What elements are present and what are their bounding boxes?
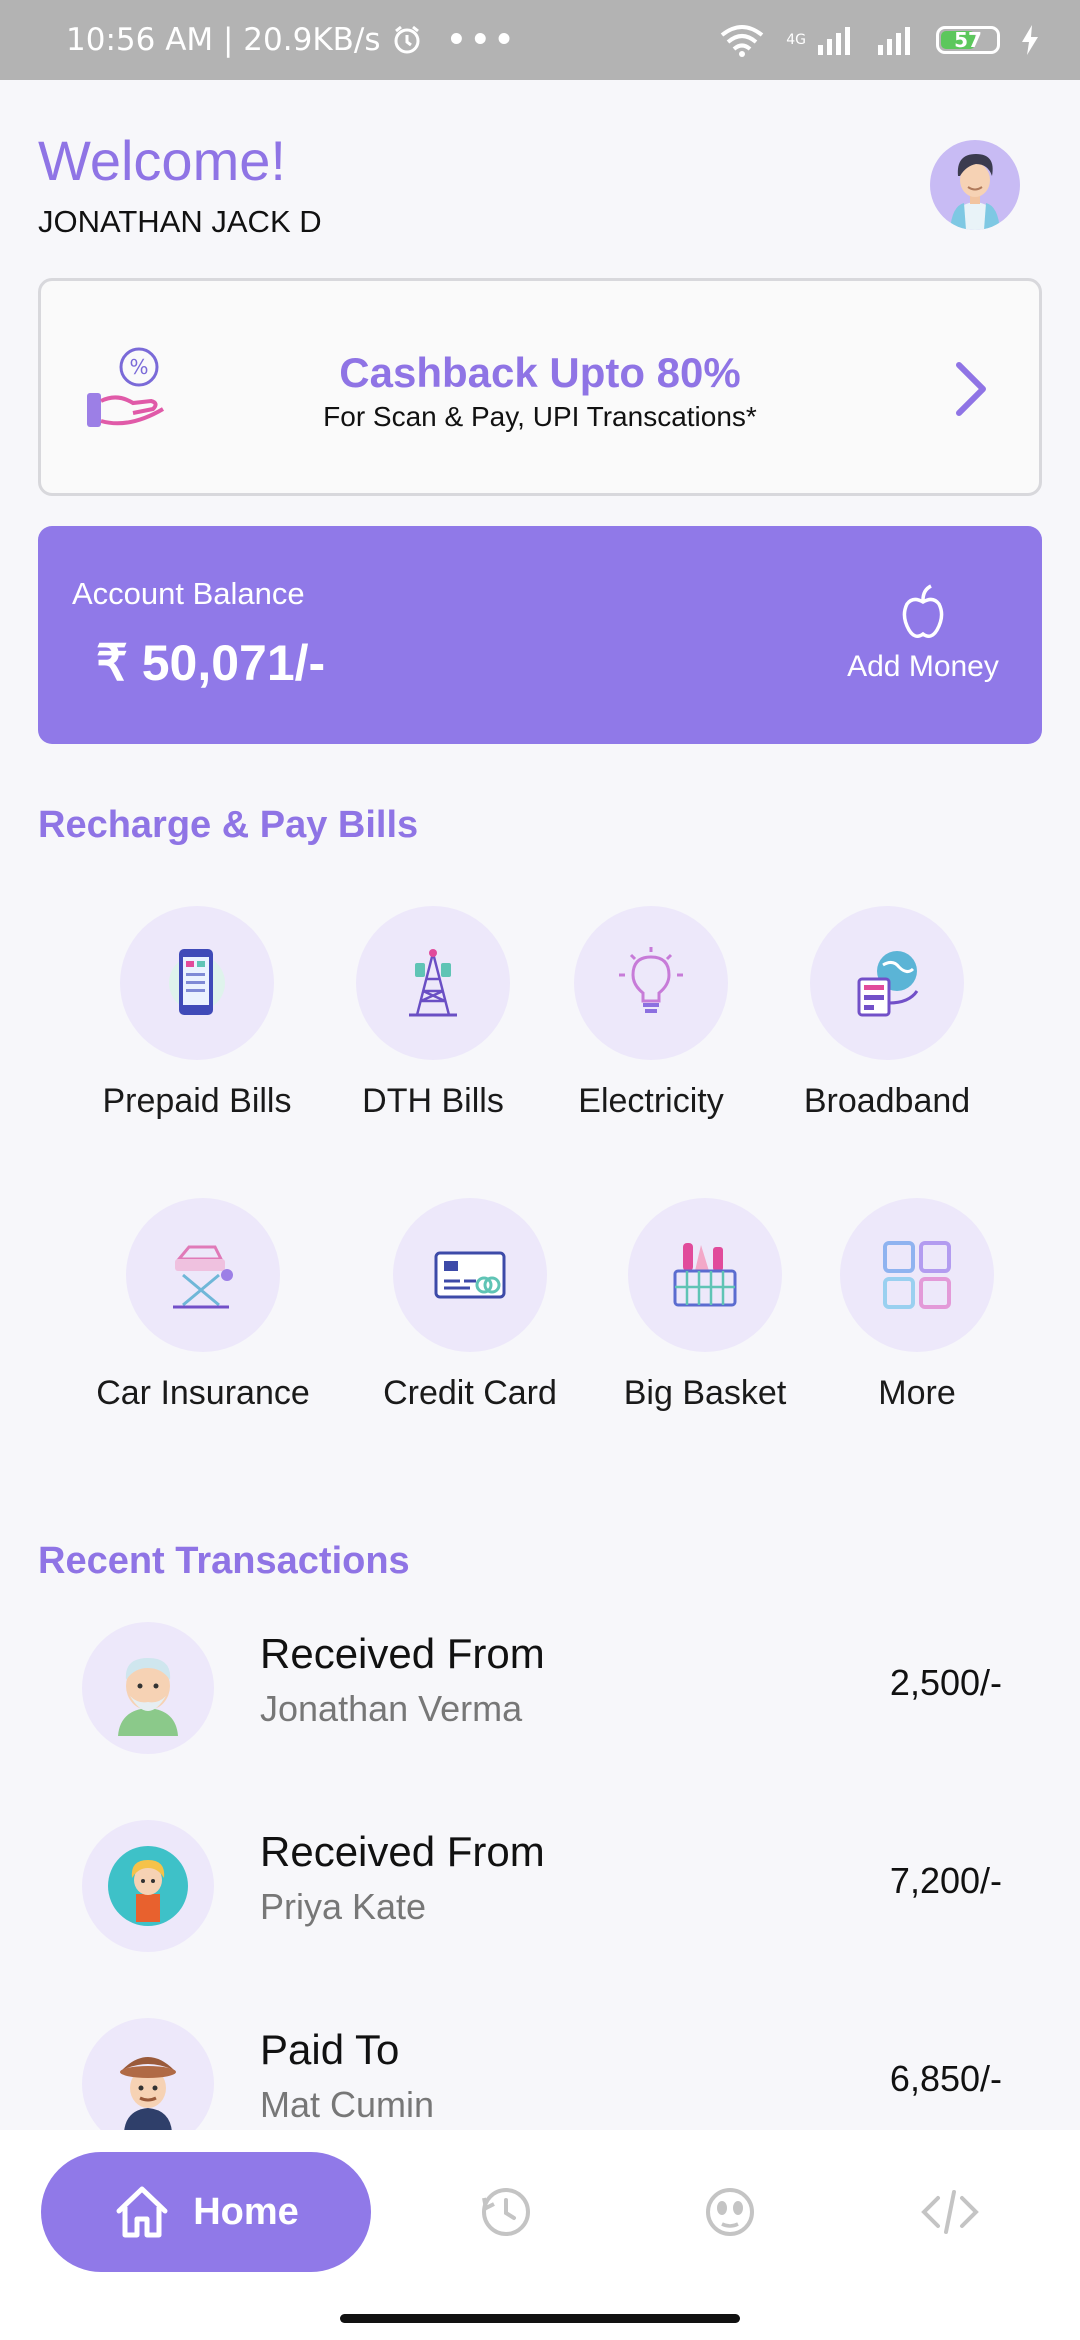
status-bar: 10:56 AM | 20.9KB/s ••• 4G 57 xyxy=(0,0,1080,80)
grid-icon xyxy=(883,1241,951,1309)
service-label: More xyxy=(878,1374,956,1412)
account-balance-card: Account Balance ₹ 50,071/- Add Money xyxy=(38,526,1042,744)
signal-icon xyxy=(818,27,850,55)
transaction-type: Paid To xyxy=(260,2026,400,2073)
transaction-type: Received From xyxy=(260,1828,545,1875)
home-icon xyxy=(116,2186,168,2238)
service-label: Big Basket xyxy=(623,1374,787,1412)
nav-home-button[interactable]: Home xyxy=(41,2152,371,2272)
service-broadband[interactable]: Broadband xyxy=(772,906,1002,1121)
bottom-navigation: Home xyxy=(0,2130,1080,2340)
balance-value: ₹ 50,071/- xyxy=(96,635,326,691)
profile-avatar[interactable] xyxy=(930,140,1020,230)
bulb-icon xyxy=(619,947,683,1013)
cashback-banner[interactable]: % Cashback Upto 80% For Scan & Pay, UPI … xyxy=(38,278,1042,496)
mobile-icon xyxy=(169,949,225,1015)
man-hat-avatar-icon xyxy=(120,2057,176,2132)
transaction-party: Jonathan Verma xyxy=(260,1688,523,1729)
transaction-amount: 6,850/- xyxy=(889,2058,1002,2099)
transaction-party: Priya Kate xyxy=(260,1886,427,1927)
service-label: Prepaid Bills xyxy=(102,1082,292,1120)
transaction-amount: 2,500/- xyxy=(889,1662,1002,1703)
old-man-avatar-icon xyxy=(118,1658,178,1736)
apple-icon xyxy=(902,584,944,638)
globe-router-icon xyxy=(857,951,919,1017)
more-dots: ••• xyxy=(446,22,518,58)
service-label: DTH Bills xyxy=(362,1082,504,1120)
alarm-icon xyxy=(394,25,420,54)
service-label: Electricity xyxy=(578,1082,724,1120)
cashback-subtitle: For Scan & Pay, UPI Transcations* xyxy=(323,401,757,432)
charging-icon xyxy=(1022,25,1038,55)
status-time: 10:56 AM | 20.9KB/s xyxy=(66,22,381,58)
support-icon[interactable] xyxy=(700,2182,760,2242)
user-avatar-icon xyxy=(950,154,1000,230)
chevron-right-icon[interactable] xyxy=(951,359,991,419)
service-label: Credit Card xyxy=(383,1374,557,1412)
credit-card-icon xyxy=(434,1251,506,1299)
history-icon[interactable] xyxy=(476,2182,536,2242)
girl-avatar-icon xyxy=(108,1846,188,1926)
balance-label: Account Balance xyxy=(72,576,305,611)
battery-indicator: 57 xyxy=(936,26,1000,54)
home-indicator[interactable] xyxy=(340,2314,740,2323)
cashback-title: Cashback Upto 80% xyxy=(339,349,741,396)
car-lift-icon xyxy=(173,1245,233,1309)
wifi-icon xyxy=(720,25,764,57)
service-credit-card[interactable]: Credit Card xyxy=(355,1198,585,1413)
nav-home-label: Home xyxy=(193,2190,299,2233)
transaction-row[interactable]: Received From Priya Kate 7,200/- xyxy=(82,1820,1002,1960)
tower-icon xyxy=(409,949,457,1017)
transaction-row[interactable]: Received From Jonathan Verma 2,500/- xyxy=(82,1622,1002,1762)
service-label: Broadband xyxy=(803,1082,971,1120)
add-money-label: Add Money xyxy=(847,650,999,683)
transaction-type: Received From xyxy=(260,1630,545,1677)
basket-icon xyxy=(673,1243,737,1307)
service-car-insurance[interactable]: Car Insurance xyxy=(88,1198,318,1413)
service-more[interactable]: More xyxy=(802,1198,1032,1413)
transaction-amount: 7,200/- xyxy=(889,1860,1002,1901)
welcome-title: Welcome! xyxy=(38,129,286,192)
services-title: Recharge & Pay Bills xyxy=(38,804,419,846)
user-name: JONATHAN JACK D xyxy=(38,204,322,239)
transactions-title: Recent Transactions xyxy=(38,1540,410,1582)
signal-icon-2 xyxy=(878,27,910,55)
network-type: 4G xyxy=(786,32,806,48)
transaction-party: Mat Cumin xyxy=(260,2084,435,2125)
service-electricity[interactable]: Electricity xyxy=(536,906,766,1121)
service-label: Car Insurance xyxy=(96,1374,310,1412)
service-prepaid-bills[interactable]: Prepaid Bills xyxy=(82,906,312,1121)
service-big-basket[interactable]: Big Basket xyxy=(590,1198,820,1413)
code-icon[interactable] xyxy=(920,2182,980,2242)
service-dth-bills[interactable]: DTH Bills xyxy=(318,906,548,1121)
add-money-button[interactable]: Add Money xyxy=(838,584,1008,684)
